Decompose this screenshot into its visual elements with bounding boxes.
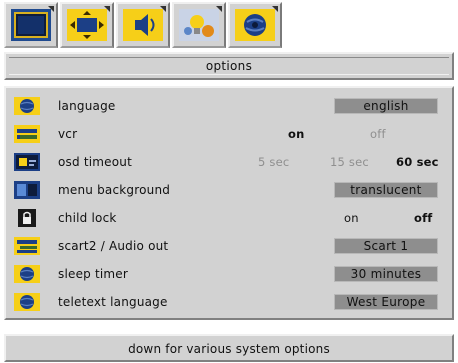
child-lock-on-option[interactable]: on	[344, 211, 359, 225]
menu-background-icon	[14, 181, 40, 199]
tab-picture[interactable]	[4, 2, 58, 48]
speaker-icon	[123, 9, 163, 41]
hint-panel: down for various system options	[4, 334, 454, 362]
language-value[interactable]: english	[334, 98, 438, 114]
vcr-on-option[interactable]: on	[288, 127, 305, 141]
option-row-menu-background[interactable]: menu background translucent	[12, 176, 446, 204]
tab-features[interactable]	[172, 2, 226, 48]
globe-options-icon	[235, 9, 275, 41]
option-row-scart2[interactable]: scart2 / Audio out Scart 1	[12, 232, 446, 260]
title-panel: options	[4, 52, 454, 80]
option-label: menu background	[58, 183, 171, 197]
tv-screen-icon	[11, 9, 51, 41]
scart2-value[interactable]: Scart 1	[334, 238, 438, 254]
globe-icon	[14, 293, 40, 311]
child-lock-off-option[interactable]: off	[414, 211, 433, 225]
option-label: sleep timer	[58, 267, 129, 281]
hint-text: down for various system options	[128, 342, 330, 356]
tab-sound[interactable]	[116, 2, 170, 48]
option-label: scart2 / Audio out	[58, 239, 169, 253]
vcr-icon	[14, 125, 40, 143]
globe-icon	[14, 265, 40, 283]
osd-timer-icon	[14, 153, 40, 171]
osd-15sec-option[interactable]: 15 sec	[330, 155, 369, 169]
screen-adjust-icon	[67, 9, 107, 41]
globe-icon	[14, 97, 40, 115]
option-row-language[interactable]: language english	[12, 92, 446, 120]
option-label: teletext language	[58, 295, 168, 309]
menu-background-value[interactable]: translucent	[334, 182, 438, 198]
page-title: options	[9, 57, 449, 75]
option-row-teletext-language[interactable]: teletext language West Europe	[12, 288, 446, 316]
option-label: language	[58, 99, 116, 113]
teletext-language-value[interactable]: West Europe	[334, 294, 438, 310]
lightbulb-settings-icon	[179, 9, 219, 41]
option-row-sleep-timer[interactable]: sleep timer 30 minutes	[12, 260, 446, 288]
option-row-osd-timeout[interactable]: osd timeout 5 sec 15 sec 60 sec	[12, 148, 446, 176]
vcr-off-option[interactable]: off	[370, 127, 386, 141]
option-label: child lock	[58, 211, 117, 225]
option-row-child-lock[interactable]: child lock on off	[12, 204, 446, 232]
option-row-vcr[interactable]: vcr on off	[12, 120, 446, 148]
scart-connector-icon	[14, 237, 40, 255]
sleep-timer-value[interactable]: 30 minutes	[334, 266, 438, 282]
option-label: vcr	[58, 127, 78, 141]
options-panel: language english vcr on off osd timeout …	[4, 86, 454, 320]
osd-5sec-option[interactable]: 5 sec	[258, 155, 289, 169]
option-label: osd timeout	[58, 155, 132, 169]
lock-icon	[14, 209, 40, 227]
menu-tab-bar	[4, 2, 284, 50]
tab-screen[interactable]	[60, 2, 114, 48]
osd-60sec-option[interactable]: 60 sec	[396, 155, 439, 169]
tab-options[interactable]	[228, 2, 282, 48]
